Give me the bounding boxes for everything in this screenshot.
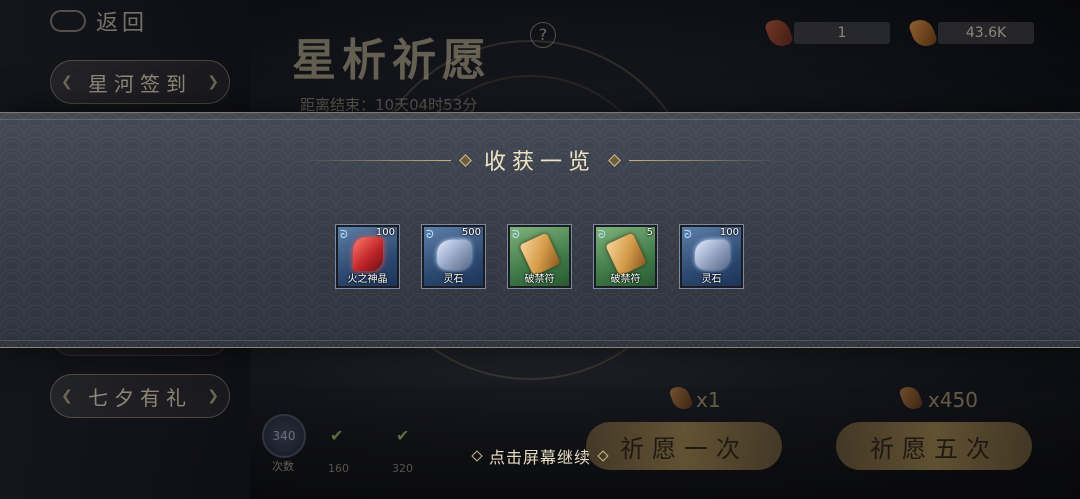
banner-border-line [0,119,1080,120]
diamond-ornament-icon [459,153,472,167]
reward-items: ᘐ 100 火之神晶 ᘐ 500 灵石 ᘐ 破禁符 ᘐ 5 破禁符 ᘐ 100 [335,224,744,289]
banner-border-line [0,340,1080,341]
item-count: 500 [461,227,481,238]
currency-orange: 43.6K [907,16,1034,50]
spirit-stone-icon [694,239,729,270]
orange-gem-icon [907,16,939,50]
item-count: 5 [646,227,653,238]
item-name: 灵石 [701,274,722,285]
tap-to-continue[interactable]: 点击屏幕继续 [0,444,1080,468]
event-title: 星析祈愿 [292,35,492,86]
modal-header: 收获一览 [0,145,1080,175]
back-button[interactable]: 返回 [50,4,230,38]
swirl-icon: ᘐ [684,228,692,241]
swirl-icon: ᘐ [426,228,434,241]
spirit-stone-icon [436,239,471,270]
reward-item-talisman[interactable]: ᘐ 5 破禁符 [593,224,658,289]
reward-item-talisman[interactable]: ᘐ 破禁符 [507,224,572,289]
diamond-ornament-icon [597,450,609,462]
help-icon[interactable]: ? [530,22,556,48]
swirl-icon: ᘐ [512,228,520,241]
pray-once-cost: x1 [696,388,721,412]
item-name: 破禁符 [524,274,555,285]
harvest-overview-modal[interactable]: 收获一览 ᘐ 100 火之神晶 ᘐ 500 灵石 ᘐ 破禁符 ᘐ 5 破禁符 ᘐ… [0,112,1080,348]
reward-item-fire-crystal[interactable]: ᘐ 100 火之神晶 [335,224,400,289]
milestone-check-icon: ✔ [396,426,410,445]
sidebar-tab-label: 星河签到 [88,71,192,96]
fire-crystal-icon [352,236,383,271]
chevron-left-icon: ❮ [61,388,73,404]
title-divider-right [629,159,779,161]
item-name: 破禁符 [610,274,641,285]
talisman-icon [518,232,561,276]
red-gem-icon [763,16,795,50]
chevron-right-icon: ❯ [207,74,219,90]
talisman-icon [604,232,647,276]
title-divider-left [300,159,451,161]
diamond-ornament-icon [608,153,621,167]
chevron-right-icon: ❯ [207,388,219,404]
swirl-icon: ᘐ [598,228,606,241]
swirl-icon: ᘐ [340,228,348,241]
back-label: 返回 [96,11,149,36]
pray-five-cost: x450 [928,388,979,412]
sidebar-tab-label: 七夕有礼 [88,385,192,410]
milestone-check-icon: ✔ [330,426,344,445]
reward-item-spirit-stone[interactable]: ᘐ 100 灵石 [679,224,744,289]
currency-value: 43.6K [938,22,1034,44]
diamond-ornament-icon [471,450,483,462]
currency-value: 1 [794,22,890,44]
modal-title: 收获一览 [483,150,596,175]
sidebar-tab-qixi-gift[interactable]: ❮ 七夕有礼 ❯ [50,374,230,418]
continue-label: 点击屏幕继续 [488,448,591,467]
item-name: 灵石 [443,274,464,285]
item-count: 100 [375,227,395,238]
reward-item-spirit-stone[interactable]: ᘐ 500 灵石 [421,224,486,289]
item-count: 100 [719,227,739,238]
back-arrow-icon [50,10,86,32]
chevron-left-icon: ❮ [61,74,73,90]
currency-red: 1 [763,16,890,50]
item-name: 火之神晶 [347,274,388,285]
sidebar-tab-star-checkin[interactable]: ❮ 星河签到 ❯ [50,60,230,104]
